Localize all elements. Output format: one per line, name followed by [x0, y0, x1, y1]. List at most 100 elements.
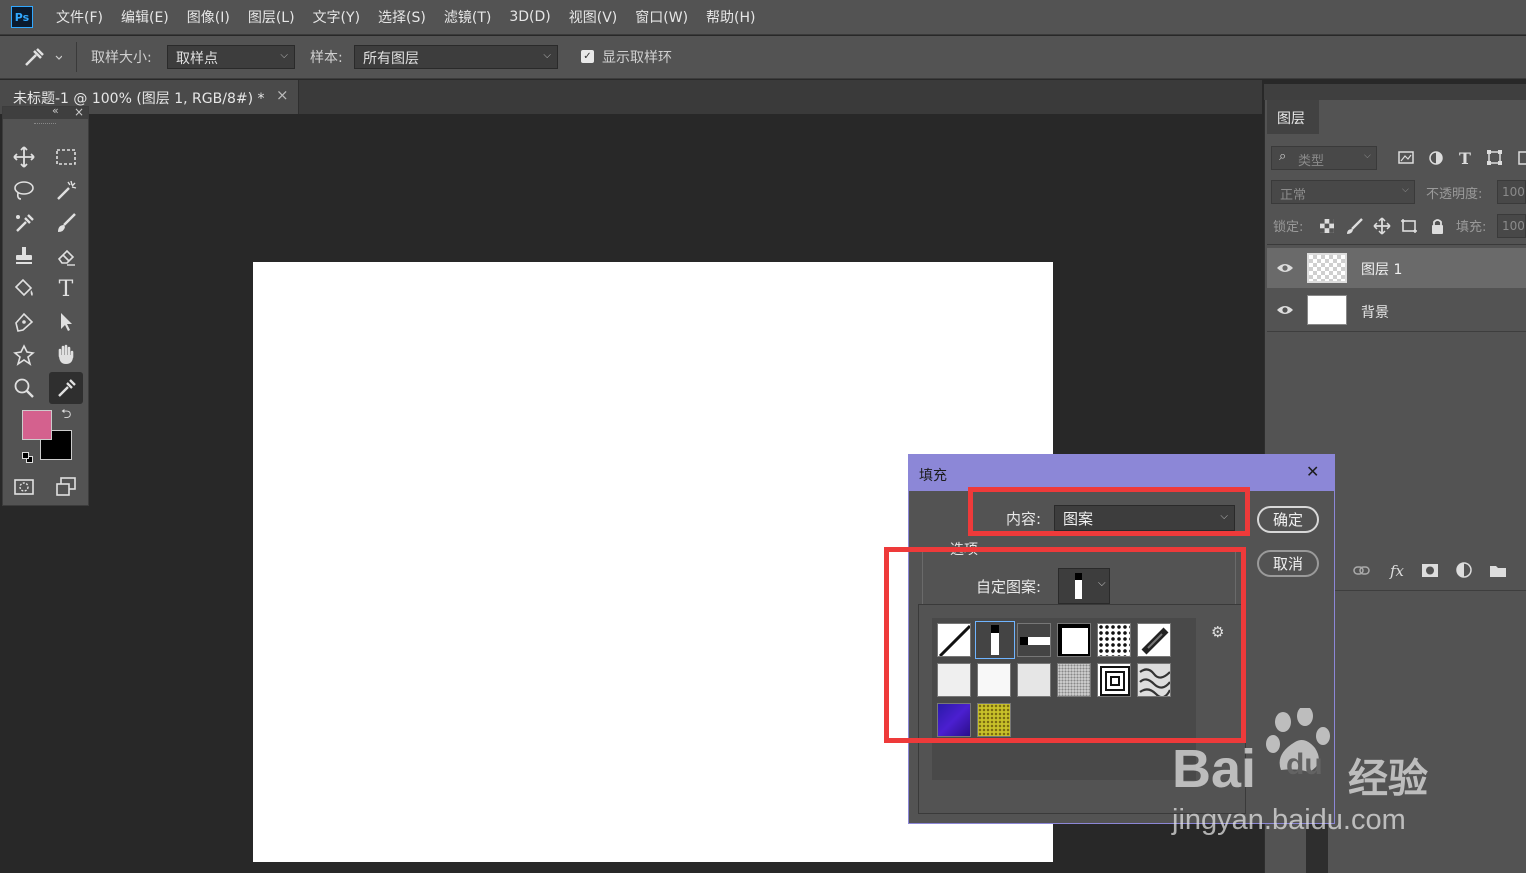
collapse-icon[interactable]: « [52, 104, 59, 117]
blend-mode-select[interactable]: 正常 ⌵ [1271, 180, 1415, 204]
watermark-url: jingyan.baidu.com [1172, 804, 1406, 836]
pen-tool[interactable] [9, 308, 39, 336]
layer-row[interactable]: 图层 1 [1267, 248, 1526, 288]
cancel-button[interactable]: 取消 [1257, 550, 1319, 577]
foreground-color-swatch-top[interactable] [22, 410, 52, 440]
chevron-down-icon: ⌵ [1364, 151, 1371, 161]
zoom-tool[interactable] [9, 374, 39, 402]
highlight-content-box [968, 487, 1250, 536]
paint-bucket-tool[interactable] [9, 275, 39, 303]
quick-mask-icon [14, 479, 34, 495]
magic-wand-tool[interactable] [51, 176, 81, 204]
layer-filter-select[interactable]: ⌕ 类型 ⌵ [1271, 146, 1377, 170]
lock-transparency-icon [1320, 219, 1334, 233]
lock-icons [1320, 217, 1443, 235]
eyedropper-spot-heal-tool[interactable] [9, 209, 39, 237]
type-tool[interactable]: T [51, 275, 81, 303]
sample-select[interactable]: 所有图层 ⌵ [354, 45, 558, 69]
screen-mode-tool[interactable] [51, 473, 81, 501]
close-icon[interactable]: × [276, 86, 289, 104]
layer-row[interactable]: 背景 [1267, 290, 1526, 330]
lock-artboard-icon [1401, 219, 1417, 233]
sample-size-label: 取样大小: [91, 50, 152, 66]
eraser-tool[interactable] [51, 242, 81, 270]
opacity-input[interactable]: 100 [1497, 180, 1526, 204]
eraser-icon [57, 249, 75, 266]
shape-tool[interactable] [9, 341, 39, 369]
chevron-down-icon: ⌵ [280, 50, 288, 61]
shape-filter-icon [1487, 150, 1502, 165]
menu-file[interactable]: 文件(F) [47, 7, 112, 27]
menu-window[interactable]: 窗口(W) [626, 7, 697, 27]
new-group-icon [1490, 566, 1506, 577]
add-mask-icon [1422, 564, 1438, 577]
menu-view[interactable]: 视图(V) [560, 7, 627, 27]
lasso-tool[interactable] [9, 176, 39, 204]
tools-panel-header[interactable]: « × [3, 104, 88, 119]
default-colors-icon[interactable] [22, 452, 33, 463]
fill-input[interactable]: 100 [1497, 214, 1526, 238]
opacity-label: 不透明度: [1426, 187, 1483, 202]
path-select-tool[interactable] [51, 308, 81, 336]
tool-preset-picker[interactable] [12, 44, 63, 70]
screen-mode-icon [56, 477, 76, 496]
lock-label: 锁定: [1273, 220, 1304, 235]
stamp-tool[interactable] [9, 242, 39, 270]
move-tool[interactable] [9, 143, 39, 171]
menu-edit[interactable]: 编辑(E) [112, 7, 178, 27]
show-ring-checkbox[interactable]: ✓ [581, 50, 594, 63]
link-layers-icon [1353, 566, 1370, 575]
fill-dialog-titlebar[interactable]: 填充 ✕ [909, 455, 1334, 491]
marquee-tool[interactable] [51, 143, 81, 171]
watermark-brand2: du [1286, 748, 1323, 781]
swap-colors-icon[interactable]: ⮌ [61, 405, 71, 427]
menu-3d[interactable]: 3D(D) [500, 9, 559, 25]
paint-bucket-icon [14, 278, 33, 297]
photoshop-logo: Ps [11, 6, 33, 28]
panel-header-strip [1264, 84, 1526, 100]
menu-filter[interactable]: 滤镜(T) [435, 7, 500, 27]
show-ring-label: 显示取样环 [602, 50, 672, 66]
stamp-icon [16, 247, 32, 264]
menu-layer[interactable]: 图层(L) [239, 7, 304, 27]
layer-name: 背景 [1361, 305, 1389, 321]
sample-size-select[interactable]: 取样点 ⌵ [167, 45, 295, 69]
fill-value: 100 [1502, 219, 1525, 233]
search-icon: ⌕ [1279, 149, 1287, 164]
quick-mask-tool[interactable] [9, 473, 39, 501]
menu-bar: Ps 文件(F) 编辑(E) 图像(I) 图层(L) 文字(Y) 选择(S) 滤… [0, 0, 1526, 35]
close-icon[interactable]: × [74, 105, 84, 119]
menu-select[interactable]: 选择(S) [369, 7, 435, 27]
watermark-cn: 经验 [1348, 756, 1428, 802]
arrow-pointer-icon [61, 313, 72, 331]
eye-icon[interactable] [1276, 262, 1294, 274]
brush-icon [58, 213, 76, 232]
options-bar: 取样大小: 取样点 ⌵ 样本: 所有图层 ⌵ ✓ 显示取样环 [0, 36, 1526, 79]
image-filter-icon [1398, 151, 1414, 164]
tools-panel: « × T ⮌ [2, 104, 89, 506]
ok-button[interactable]: 确定 [1257, 506, 1319, 533]
menu-type[interactable]: 文字(Y) [304, 7, 369, 27]
svg-text:fx: fx [1389, 562, 1405, 580]
smart-object-filter-icon [1518, 151, 1526, 165]
eye-icon[interactable] [1276, 304, 1294, 316]
grip-handle[interactable] [34, 123, 56, 126]
lock-brush-icon [1347, 218, 1363, 234]
opacity-value: 100 [1502, 185, 1525, 199]
lock-all-icon [1432, 219, 1443, 234]
options-divider [76, 42, 77, 72]
hand-tool[interactable] [51, 341, 81, 369]
menu-help[interactable]: 帮助(H) [697, 7, 764, 27]
sample-label: 样本: [310, 50, 343, 66]
brush-tool[interactable] [51, 209, 81, 237]
eyedropper-tool[interactable] [49, 372, 83, 404]
adjustment-filter-icon [1429, 151, 1443, 165]
adjustment-layer-icon [1456, 562, 1472, 578]
layer-filter-icons: T [1398, 149, 1526, 168]
menu-image[interactable]: 图像(I) [178, 7, 239, 27]
eyedropper-icon [16, 214, 34, 232]
tab-layers[interactable]: 图层 [1267, 100, 1319, 134]
close-icon[interactable]: ✕ [1306, 462, 1319, 481]
layer-thumbnail [1307, 253, 1347, 283]
hand-icon [58, 344, 74, 364]
